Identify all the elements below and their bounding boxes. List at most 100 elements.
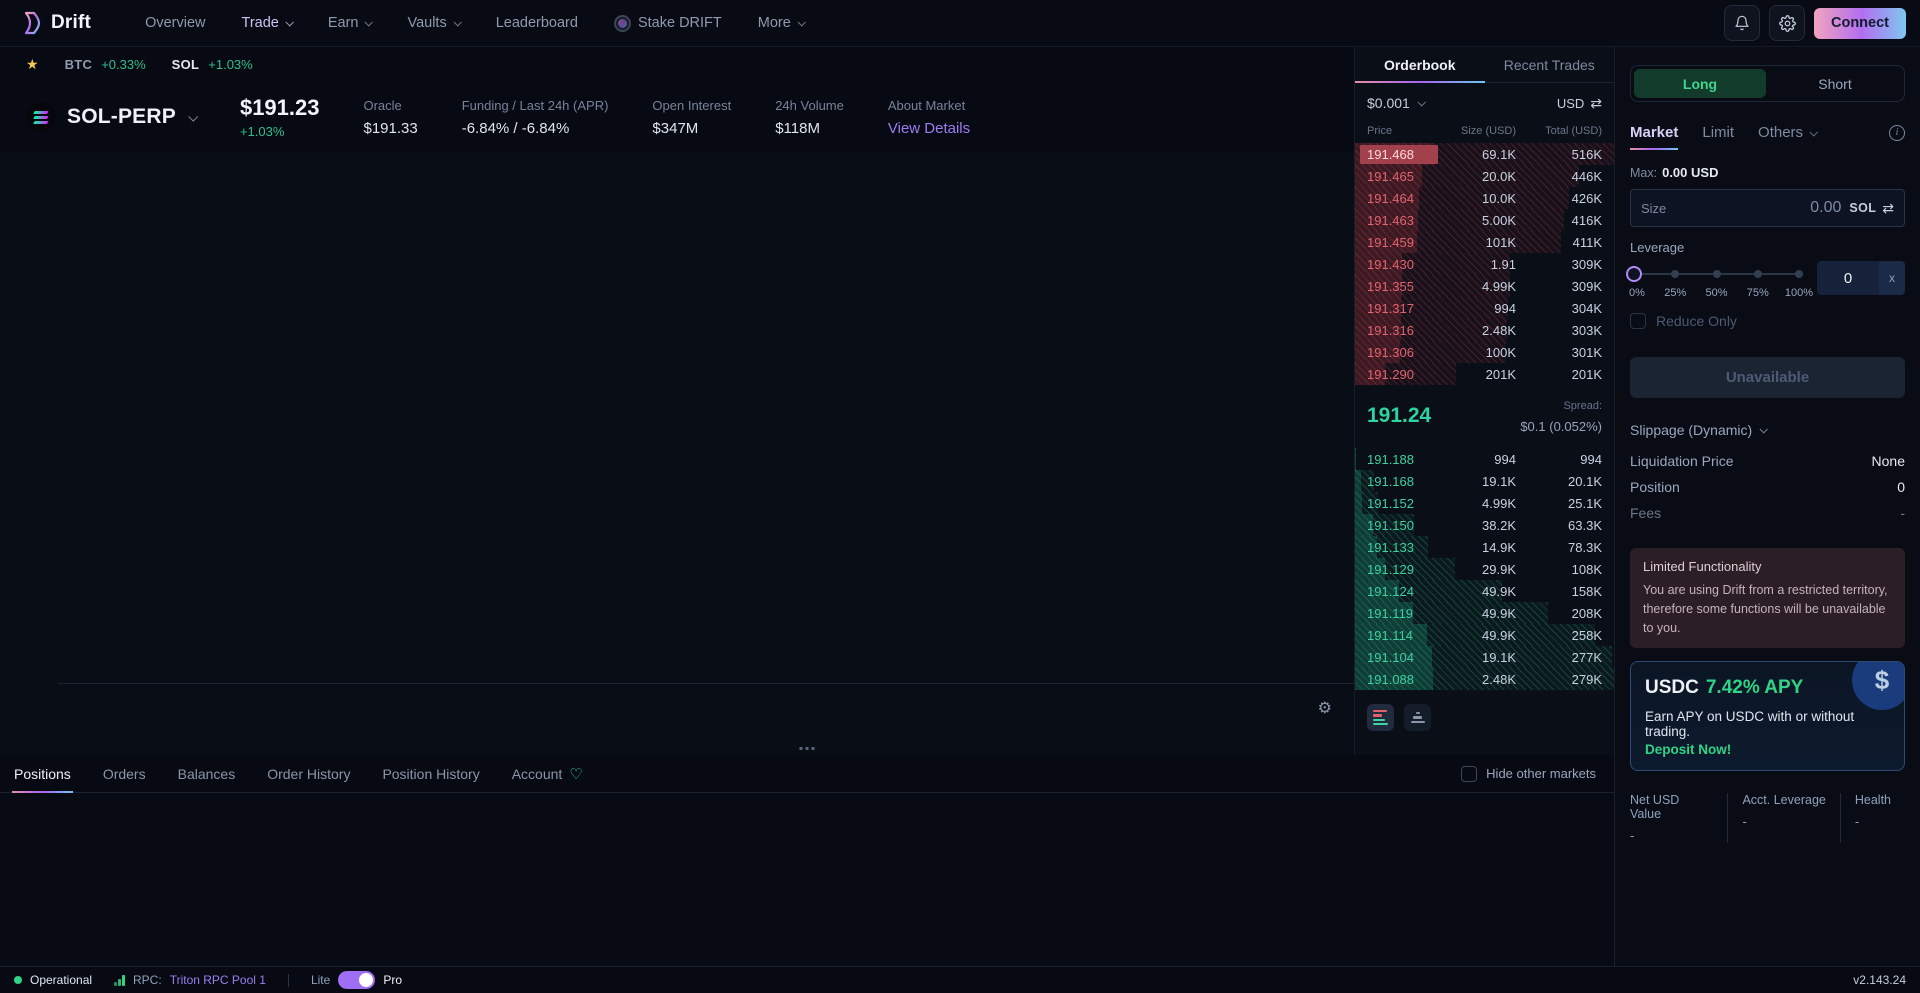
size-input[interactable]: Size 0.00 SOL ⇄ <box>1630 189 1905 227</box>
size-asset-swap-icon[interactable]: ⇄ <box>1882 200 1894 217</box>
positions-table-empty-area <box>0 793 1614 966</box>
nav-item-more[interactable]: More <box>758 15 804 31</box>
size-cell: 5.00K <box>1451 213 1516 228</box>
view-details-link[interactable]: View Details <box>888 120 970 137</box>
leverage-value-input[interactable]: 0 x <box>1817 261 1905 295</box>
orderbook-bid-row[interactable]: 191.12449.9K158K <box>1355 580 1614 602</box>
tab-position-history[interactable]: Position History <box>382 755 479 792</box>
notifications-button[interactable] <box>1724 5 1760 41</box>
hide-other-markets-toggle[interactable]: Hide other markets <box>1461 766 1600 782</box>
side-tab-long[interactable]: Long <box>1634 69 1766 98</box>
orderbook-bid-row[interactable]: 191.11449.9K258K <box>1355 624 1614 646</box>
orderbook-ask-row[interactable]: 191.46520.0K446K <box>1355 165 1614 187</box>
tab-account[interactable]: Account♡ <box>512 755 583 792</box>
price-grouping-dropdown[interactable]: $0.001 <box>1367 95 1424 111</box>
orderbook-ask-row[interactable]: 191.46410.0K426K <box>1355 187 1614 209</box>
orderbook-bid-row[interactable]: 191.1524.99K25.1K <box>1355 492 1614 514</box>
panel-resize-handle[interactable] <box>796 743 819 754</box>
reduce-only-checkbox[interactable] <box>1630 313 1646 329</box>
tab-recent-trades[interactable]: Recent Trades <box>1485 47 1615 82</box>
denomination-value: USD <box>1557 96 1584 111</box>
deposit-now-link[interactable]: Deposit Now! <box>1645 742 1890 757</box>
orderbook-ask-row[interactable]: 191.459101K411K <box>1355 231 1614 253</box>
orderbook-bid-row[interactable]: 191.13314.9K78.3K <box>1355 536 1614 558</box>
leverage-slider[interactable]: 0%25%50%75%100% <box>1630 261 1803 301</box>
nav-item-leaderboard[interactable]: Leaderboard <box>496 15 578 31</box>
nav-item-earn[interactable]: Earn <box>328 15 372 31</box>
reduce-only-toggle[interactable]: Reduce Only <box>1630 313 1905 329</box>
order-tab-market[interactable]: Market <box>1630 124 1678 150</box>
orderbook-bid-row[interactable]: 191.0882.48K279K <box>1355 668 1614 690</box>
stat-label: Oracle <box>363 98 417 113</box>
drift-logo[interactable]: Drift <box>14 11 99 35</box>
order-tab-limit[interactable]: Limit <box>1702 124 1734 150</box>
orderbook-ask-row[interactable]: 191.290201K201K <box>1355 363 1614 385</box>
orderbook-bid-row[interactable]: 191.188994994 <box>1355 448 1614 470</box>
chevron-down-icon <box>1417 98 1425 106</box>
settings-button[interactable] <box>1769 5 1805 41</box>
leverage-label: Leverage <box>1630 240 1905 255</box>
tab-positions[interactable]: Positions <box>14 755 71 792</box>
connect-wallet-button[interactable]: Connect <box>1814 8 1906 39</box>
nav-item-overview[interactable]: Overview <box>145 15 205 31</box>
nav-item-trade[interactable]: Trade <box>242 15 292 31</box>
slider-handle[interactable] <box>1626 266 1642 282</box>
orderbook-ask-row[interactable]: 191.46869.1K516K <box>1355 143 1614 165</box>
drift-coin-icon <box>614 15 631 32</box>
price-cell: 191.133 <box>1367 540 1451 555</box>
ticker-item-btc[interactable]: BTC+0.33% <box>65 57 146 72</box>
orderbook-ask-row[interactable]: 191.4301.91309K <box>1355 253 1614 275</box>
orderbook-ask-row[interactable]: 191.306100K301K <box>1355 341 1614 363</box>
usdc-apy-card[interactable]: $ USDC7.42% APY Earn APY on USDC with or… <box>1630 661 1905 771</box>
leverage-unit: x <box>1879 261 1905 295</box>
denomination-toggle[interactable]: USD ⇄ <box>1557 95 1602 112</box>
mid-price[interactable]: 191.24 <box>1367 404 1431 428</box>
slider-tick-label: 25% <box>1664 287 1686 299</box>
orderbook-ask-row[interactable]: 191.317994304K <box>1355 297 1614 319</box>
heart-icon[interactable]: ♡ <box>569 765 582 783</box>
market-price: $191.23 <box>240 95 320 121</box>
nav-item-vaults[interactable]: Vaults <box>407 15 459 31</box>
orderbook-bid-row[interactable]: 191.11949.9K208K <box>1355 602 1614 624</box>
slippage-dropdown[interactable]: Slippage (Dynamic) <box>1630 422 1905 438</box>
orderbook-bid-row[interactable]: 191.16819.1K20.1K <box>1355 470 1614 492</box>
orderbook-bid-row[interactable]: 191.15038.2K63.3K <box>1355 514 1614 536</box>
order-tab-others[interactable]: Others <box>1758 124 1816 150</box>
tab-order-history[interactable]: Order History <box>267 755 350 792</box>
bid-size-bar <box>1355 492 1362 514</box>
hide-other-markets-checkbox[interactable] <box>1461 766 1477 782</box>
favorites-star-icon[interactable]: ★ <box>26 56 39 73</box>
summary-label: Position <box>1630 479 1680 495</box>
chart-settings-icon[interactable]: ⚙ <box>1318 701 1332 717</box>
orderbook-view-button[interactable] <box>1367 704 1394 731</box>
nav-item-label: Vaults <box>407 15 446 31</box>
side-tab-short[interactable]: Short <box>1769 69 1901 98</box>
slider-tick-label: 50% <box>1705 287 1727 299</box>
market-selector[interactable]: SOL-PERP <box>26 102 196 132</box>
system-status[interactable]: Operational <box>14 973 92 987</box>
depth-chart-view-button[interactable] <box>1404 704 1431 731</box>
total-cell: 279K <box>1516 672 1602 687</box>
nav-item-stake-drift[interactable]: Stake DRIFT <box>614 15 722 32</box>
order-tab-label: Others <box>1758 124 1803 141</box>
summary-value: 0 <box>1897 479 1905 495</box>
tab-orderbook[interactable]: Orderbook <box>1355 47 1485 82</box>
ticker-item-sol[interactable]: SOL+1.03% <box>172 57 253 72</box>
total-cell: 516K <box>1516 147 1602 162</box>
tab-balances[interactable]: Balances <box>178 755 236 792</box>
lite-label[interactable]: Lite <box>311 973 330 987</box>
orderbook-bid-row[interactable]: 191.10419.1K277K <box>1355 646 1614 668</box>
price-chart-area[interactable]: ⚙ <box>0 152 1354 755</box>
orderbook-ask-row[interactable]: 191.3162.48K303K <box>1355 319 1614 341</box>
pro-label[interactable]: Pro <box>383 973 402 987</box>
bids-list: 191.188994994191.16819.1K20.1K191.1524.9… <box>1355 448 1614 690</box>
chevron-down-icon <box>453 18 461 26</box>
lite-pro-toggle[interactable] <box>338 971 375 989</box>
submit-order-button[interactable]: Unavailable <box>1630 357 1905 398</box>
tab-orders[interactable]: Orders <box>103 755 146 792</box>
orderbook-bid-row[interactable]: 191.12929.9K108K <box>1355 558 1614 580</box>
info-icon[interactable]: i <box>1889 125 1905 141</box>
orderbook-ask-row[interactable]: 191.4635.00K416K <box>1355 209 1614 231</box>
rpc-selector[interactable]: RPC: Triton RPC Pool 1 <box>114 973 266 987</box>
orderbook-ask-row[interactable]: 191.3554.99K309K <box>1355 275 1614 297</box>
